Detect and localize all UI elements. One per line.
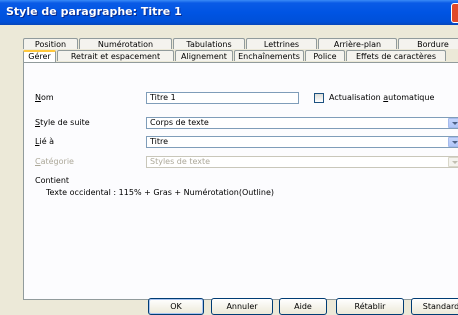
tab-retrait-espacement[interactable]: Retrait et espacement [57,50,174,61]
chevron-down-icon [448,157,458,167]
cancel-button[interactable]: Annuler [211,298,273,315]
tab-arriere-plan[interactable]: Arrière-plan [318,38,397,49]
tab-row-back: Position Numérotation Tabulations Lettri… [23,38,458,50]
auto-update-checkbox[interactable] [314,93,324,103]
next-style-select[interactable]: Corps de texte [146,117,458,129]
chevron-down-icon[interactable] [448,137,458,147]
standard-button[interactable]: Standard [411,298,458,315]
contains-heading: Contient [35,176,70,185]
tab-gerer[interactable]: Gérer [23,50,56,62]
name-label: Nom [35,93,54,102]
tab-numerotation[interactable]: Numérotation [79,38,172,49]
tab-enchainements[interactable]: Enchaînements [234,50,304,61]
close-button[interactable] [451,3,458,23]
name-input[interactable]: Titre 1 [146,92,299,104]
window-title: Style de paragraphe: Titre 1 [6,5,182,18]
tab-lettrines[interactable]: Lettrines [246,38,317,49]
linked-to-label: Lié à [35,137,55,146]
linked-to-select[interactable]: Titre [146,136,458,148]
reset-button[interactable]: Rétablir [336,298,404,315]
contains-text: Texte occidental : 115% + Gras + Numérot… [46,188,275,197]
chevron-down-icon[interactable] [448,118,458,128]
tab-row-front: Gérer Retrait et espacement Alignement E… [23,50,447,62]
help-button[interactable]: Aide [279,298,327,315]
dialog-body: Position Numérotation Tabulations Lettri… [0,25,458,315]
tab-alignement[interactable]: Alignement [175,50,233,61]
category-value: Styles de texte [150,157,211,166]
ok-button[interactable]: OK [148,298,204,315]
tab-effets-caracteres[interactable]: Effets de caractères [346,50,446,61]
tab-police[interactable]: Police [305,50,345,61]
next-style-value: Corps de texte [150,118,209,127]
linked-to-value: Titre [150,137,169,146]
tab-position[interactable]: Position [23,38,78,49]
next-style-label: Style de suite [35,118,90,127]
category-select: Styles de texte [146,156,458,168]
title-bar: Style de paragraphe: Titre 1 [0,0,458,26]
tab-panel-gerer: Nom Titre 1 Actualisation automatique St… [23,62,458,300]
tab-bordure[interactable]: Bordure [398,38,458,49]
tab-tabulations[interactable]: Tabulations [173,38,245,49]
category-label: Catégorie [35,157,74,166]
auto-update-label[interactable]: Actualisation automatique [329,93,434,102]
